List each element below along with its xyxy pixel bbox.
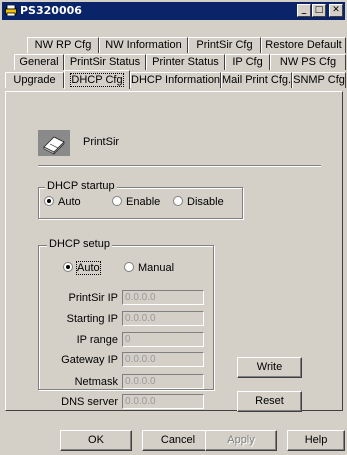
tab-ip-cfg[interactable]: IP Cfg <box>225 54 270 70</box>
header-divider <box>38 165 321 167</box>
printsir-ip-label: PrintSir IP <box>68 292 118 304</box>
tab-nw-information[interactable]: NW Information <box>99 37 188 53</box>
ip-range-label: IP range <box>76 334 118 346</box>
apply-label: Apply <box>227 434 255 446</box>
tab-row-1: NW RP Cfg NW Information PrintSir Cfg Re… <box>0 37 347 53</box>
title-bar[interactable]: PS320006 _ □ ✕ <box>2 2 345 20</box>
help-button[interactable]: Help <box>287 430 345 451</box>
minimize-icon: _ <box>301 5 307 15</box>
netmask-field[interactable]: 0.0.0.0 <box>122 374 204 389</box>
minimize-button[interactable]: _ <box>297 4 311 17</box>
startup-enable-radio[interactable]: Enable <box>112 196 160 208</box>
tab-row-2: General PrintSir Status Printer Status I… <box>0 54 347 70</box>
startup-disable-radio[interactable]: Disable <box>173 196 224 208</box>
ok-button[interactable]: OK <box>60 430 132 451</box>
tab-nw-ps-cfg[interactable]: NW PS Cfg <box>270 54 346 70</box>
tab-printsir-status[interactable]: PrintSir Status <box>64 54 146 70</box>
radio-unselected-icon <box>112 196 122 206</box>
app-window: PS320006 _ □ ✕ NW RP Cfg NW Information … <box>0 0 347 455</box>
tab-dhcp-cfg[interactable]: DHCP Cfg <box>64 70 130 89</box>
startup-auto-radio[interactable]: Auto <box>44 196 81 208</box>
maximize-icon: □ <box>314 5 324 15</box>
tab-printer-status[interactable]: Printer Status <box>146 54 225 70</box>
gateway-ip-label: Gateway IP <box>61 354 118 366</box>
startup-disable-label: Disable <box>187 196 224 208</box>
tab-snmp-cfg[interactable]: SNMP Cfg <box>292 72 346 88</box>
starting-ip-field[interactable]: 0.0.0.0 <box>122 311 204 326</box>
write-button[interactable]: Write <box>237 357 302 378</box>
radio-selected-icon <box>63 262 73 272</box>
dns-server-field[interactable]: 0.0.0.0 <box>122 394 204 409</box>
tab-row-3: Upgrade DHCP Cfg DHCP Information Mail P… <box>0 70 347 89</box>
printsir-ip-field[interactable]: 0.0.0.0 <box>122 290 204 305</box>
apply-button: Apply <box>205 430 277 451</box>
starting-ip-label: Starting IP <box>66 313 118 325</box>
tab-upgrade[interactable]: Upgrade <box>5 72 64 88</box>
tab-printsir-cfg[interactable]: PrintSir Cfg <box>188 37 261 53</box>
printer-app-icon <box>5 5 17 16</box>
printsir-logo-icon <box>38 130 70 156</box>
tab-nw-rp-cfg[interactable]: NW RP Cfg <box>27 37 99 53</box>
ip-range-field[interactable]: 0 <box>122 332 204 347</box>
tab-dhcp-cfg-label: DHCP Cfg <box>70 73 124 87</box>
setup-manual-radio[interactable]: Manual <box>124 262 174 274</box>
tab-general[interactable]: General <box>14 54 64 70</box>
setup-manual-label: Manual <box>138 262 175 274</box>
maximize-button[interactable]: □ <box>312 4 326 17</box>
brand-name: PrintSir <box>83 136 120 148</box>
dhcp-setup-legend: DHCP setup <box>47 238 112 250</box>
radio-unselected-icon <box>173 196 183 206</box>
tab-restore-default[interactable]: Restore Default <box>261 37 346 53</box>
startup-enable-label: Enable <box>126 196 161 208</box>
dns-server-label: DNS server <box>61 396 118 408</box>
radio-selected-icon <box>44 196 54 206</box>
radio-unselected-icon <box>124 262 134 272</box>
cancel-button[interactable]: Cancel <box>142 430 214 451</box>
dhcp-startup-legend: DHCP startup <box>45 180 117 192</box>
tab-dhcp-information[interactable]: DHCP Information <box>130 72 221 88</box>
netmask-label: Netmask <box>74 376 118 388</box>
reset-button[interactable]: Reset <box>237 391 302 412</box>
tab-mail-print-cfg[interactable]: Mail Print Cfg. <box>221 72 292 88</box>
close-icon: ✕ <box>332 5 340 15</box>
startup-auto-label: Auto <box>58 196 81 208</box>
setup-auto-label: Auto <box>76 261 101 275</box>
setup-auto-radio[interactable]: Auto <box>63 261 101 275</box>
window-title: PS320006 <box>20 4 82 17</box>
close-button[interactable]: ✕ <box>329 4 343 17</box>
gateway-ip-field[interactable]: 0.0.0.0 <box>122 352 204 367</box>
